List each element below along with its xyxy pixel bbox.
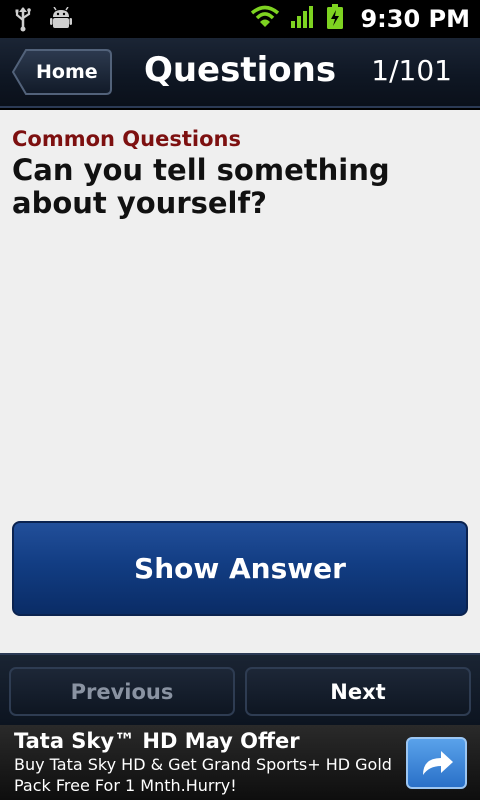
status-bar: 9:30 PM (0, 0, 480, 38)
next-button[interactable]: Next (245, 667, 471, 716)
title-bar: Home Questions 1/101 (0, 38, 480, 108)
battery-charging-icon (326, 4, 344, 34)
bottom-nav: Previous Next (0, 653, 480, 725)
question-panel: Common Questions Can you tell something … (0, 110, 480, 653)
ad-title: Tata Sky™ HD May Offer (14, 729, 300, 753)
question-text: Can you tell something about yourself? (12, 153, 390, 220)
ad-body: Buy Tata Sky HD & Get Grand Sports+ HD G… (14, 755, 392, 795)
usb-icon (14, 6, 32, 36)
android-debug-icon (50, 6, 72, 35)
signal-icon (290, 5, 316, 33)
previous-button[interactable]: Previous (9, 667, 235, 716)
show-answer-button[interactable]: Show Answer (12, 521, 468, 616)
clock: 9:30 PM (360, 5, 470, 33)
question-counter: 1/101 (371, 54, 452, 87)
wifi-icon (250, 5, 280, 33)
ad-banner[interactable]: Tata Sky™ HD May Offer Buy Tata Sky HD &… (0, 725, 480, 800)
share-arrow-icon[interactable] (406, 737, 467, 789)
question-category: Common Questions (12, 127, 241, 151)
